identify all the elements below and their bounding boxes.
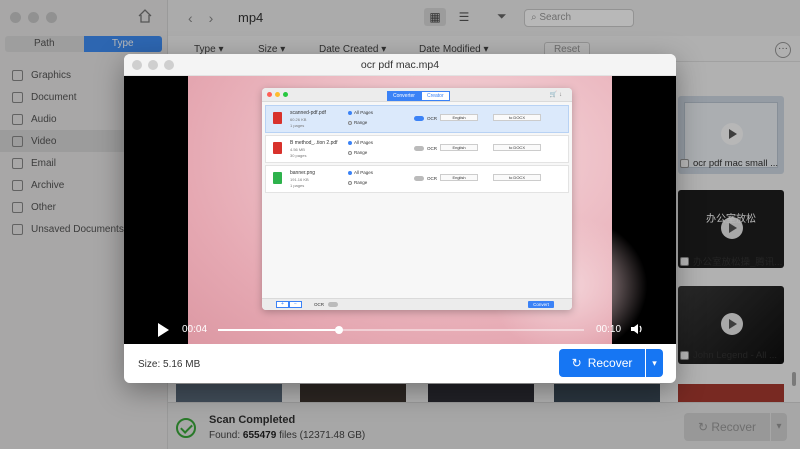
remove-file-icon: − xyxy=(289,301,302,308)
file-row: B method_..tion 2.pdf 4.56 MB 30 pages All … xyxy=(265,135,569,163)
output-format-select: to DOCX xyxy=(493,144,541,151)
volume-icon[interactable] xyxy=(630,323,644,335)
file-name: banner.png xyxy=(290,170,316,176)
play-icon[interactable] xyxy=(158,323,169,337)
file-meta: 60.26 KB 1 pages xyxy=(290,117,307,128)
range-option: Range xyxy=(348,150,367,155)
seek-progress xyxy=(218,329,339,331)
file-row: scanned-pdf.pdf 60.26 KB 1 pages All Pages R… xyxy=(265,105,569,133)
file-size-label: Size: 5.16 MB xyxy=(138,359,201,370)
file-icon xyxy=(273,142,282,154)
current-time: 00:04 xyxy=(182,324,208,335)
seek-bar[interactable] xyxy=(218,326,584,334)
output-format-select: to DOCX xyxy=(493,114,541,121)
preview-dialog: ocr pdf mac.mp4 Converter Creator 🛒 ↓ sc… xyxy=(124,54,676,383)
all-pages-option: All Pages xyxy=(348,110,373,115)
converter-tab: Converter xyxy=(387,91,421,101)
file-name: scanned-pdf.pdf xyxy=(290,110,326,116)
file-row: banner.png 191.16 KB 1 pages All Pages Range… xyxy=(265,165,569,193)
ocr-label: OCR xyxy=(314,302,324,307)
output-format-select: to DOCX xyxy=(493,174,541,181)
language-select: English xyxy=(440,174,478,181)
video-content-screenshot: Converter Creator 🛒 ↓ scanned-pdf.pdf 60.… xyxy=(262,88,572,310)
ocr-label: OCR xyxy=(427,176,437,181)
range-option: Range xyxy=(348,180,367,185)
file-meta: 191.16 KB 1 pages xyxy=(290,177,309,188)
recover-dropdown-button[interactable]: ▾ xyxy=(646,349,663,377)
ocr-label: OCR xyxy=(427,146,437,151)
file-meta: 4.56 MB 30 pages xyxy=(290,147,307,158)
video-frame: Converter Creator 🛒 ↓ scanned-pdf.pdf 60.… xyxy=(188,76,648,344)
language-select: English xyxy=(440,114,478,121)
add-file-icon: + xyxy=(276,301,289,308)
recover-button[interactable]: ↻ Recover xyxy=(559,349,645,377)
video-player[interactable]: Converter Creator 🛒 ↓ scanned-pdf.pdf 60.… xyxy=(124,76,676,344)
ocr-toggle xyxy=(414,176,424,181)
recover-label: Recover xyxy=(587,356,633,370)
dialog-title: ocr pdf mac.mp4 xyxy=(360,59,440,71)
all-pages-option: All Pages xyxy=(348,140,373,145)
language-select: English xyxy=(440,144,478,151)
file-icon xyxy=(273,172,282,184)
ocr-toggle xyxy=(414,116,424,121)
total-time: 00:10 xyxy=(596,324,622,335)
file-icon xyxy=(273,112,282,124)
all-pages-option: All Pages xyxy=(348,170,373,175)
file-name: B method_..tion 2.pdf xyxy=(290,140,338,146)
recover-icon: ↻ xyxy=(571,356,582,370)
range-option: Range xyxy=(348,120,367,125)
ocr-toggle xyxy=(328,302,338,307)
seek-handle[interactable] xyxy=(334,326,343,334)
cart-icon: 🛒 ↓ xyxy=(549,92,562,98)
creator-tab: Creator xyxy=(420,91,450,101)
dialog-title-bar: ocr pdf mac.mp4 xyxy=(124,54,676,76)
player-controls: 00:04 00:10 xyxy=(124,314,676,344)
ocr-toggle xyxy=(414,146,424,151)
convert-button: Convert xyxy=(528,301,554,308)
ocr-label: OCR xyxy=(427,116,437,121)
